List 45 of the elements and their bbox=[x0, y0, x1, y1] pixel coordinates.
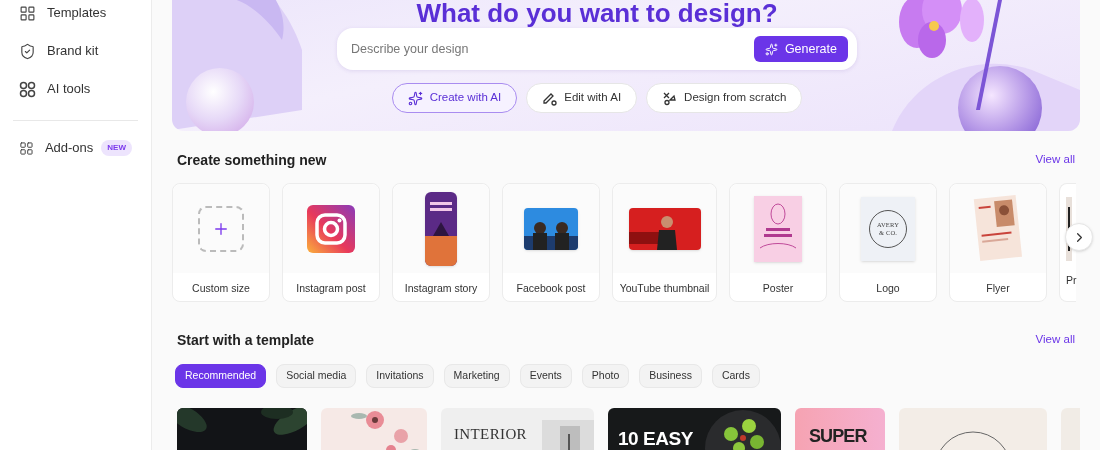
template-title: INTERIOR bbox=[454, 426, 527, 442]
grid-icon bbox=[19, 139, 34, 157]
shield-icon bbox=[19, 42, 36, 60]
filter-chip[interactable]: Photo bbox=[581, 364, 630, 388]
design-type-card[interactable]: Instagram story bbox=[392, 183, 490, 302]
circles-icon bbox=[19, 80, 36, 98]
template-title: 10 EASY bbox=[618, 428, 693, 450]
filter-chip[interactable]: Recommended bbox=[175, 364, 267, 388]
camera-logo-icon bbox=[307, 204, 355, 253]
template-thumbnail[interactable]: 10 EASY bbox=[608, 408, 781, 450]
search-field[interactable]: Describe your design Generate bbox=[337, 28, 857, 70]
hero-heading: What do you want to design? bbox=[416, 0, 778, 26]
design-type-card[interactable]: YouTube thumbnail bbox=[612, 183, 717, 302]
design-type-card[interactable]: Poster bbox=[729, 183, 827, 302]
filter-chip[interactable]: Cards bbox=[711, 364, 760, 388]
template-thumbnail[interactable]: SUPER bbox=[795, 408, 885, 450]
filter-chip[interactable]: Events bbox=[519, 364, 572, 388]
design-type-card[interactable]: Instagram post bbox=[282, 183, 380, 302]
sparkle-icon bbox=[764, 42, 778, 56]
filter-chip[interactable]: Business bbox=[639, 364, 702, 388]
section-title: Start with a template bbox=[177, 330, 314, 350]
design-type-card[interactable]: Flyer bbox=[949, 183, 1047, 302]
design-type-card[interactable]: Facebook post bbox=[502, 183, 600, 302]
mode-tab[interactable]: Edit with AI bbox=[526, 83, 638, 113]
new-badge: NEW bbox=[101, 140, 132, 156]
filter-chip[interactable]: Social media bbox=[276, 364, 357, 388]
design-type-card[interactable]: Custom size bbox=[172, 183, 270, 302]
filter-chip[interactable]: Marketing bbox=[443, 364, 510, 388]
filter-chip[interactable]: Invitations bbox=[366, 364, 434, 388]
sparkle-icon bbox=[407, 90, 423, 106]
view-all-link[interactable]: View all bbox=[1035, 151, 1075, 169]
sidebar-item[interactable]: AI tools bbox=[13, 78, 138, 100]
template-thumbnail[interactable]: INTERIOR bbox=[441, 408, 594, 450]
section-title: Create something new bbox=[177, 150, 327, 170]
template-title: SUPER bbox=[809, 425, 867, 447]
sidebar-item[interactable]: Add-ons NEW bbox=[13, 137, 138, 159]
view-all-link[interactable]: View all bbox=[1035, 331, 1075, 349]
mode-tab[interactable]: Design from scratch bbox=[646, 83, 803, 113]
sidebar-item[interactable]: Brand kit bbox=[13, 40, 138, 62]
generate-button[interactable]: Generate bbox=[753, 36, 848, 62]
grid-icon bbox=[19, 4, 36, 22]
design-type-card[interactable]: Pr bbox=[1059, 183, 1076, 302]
sidebar-item[interactable]: Templates bbox=[13, 2, 138, 24]
shapes-icon bbox=[662, 90, 678, 106]
mode-tab[interactable]: Create with AI bbox=[391, 83, 518, 113]
